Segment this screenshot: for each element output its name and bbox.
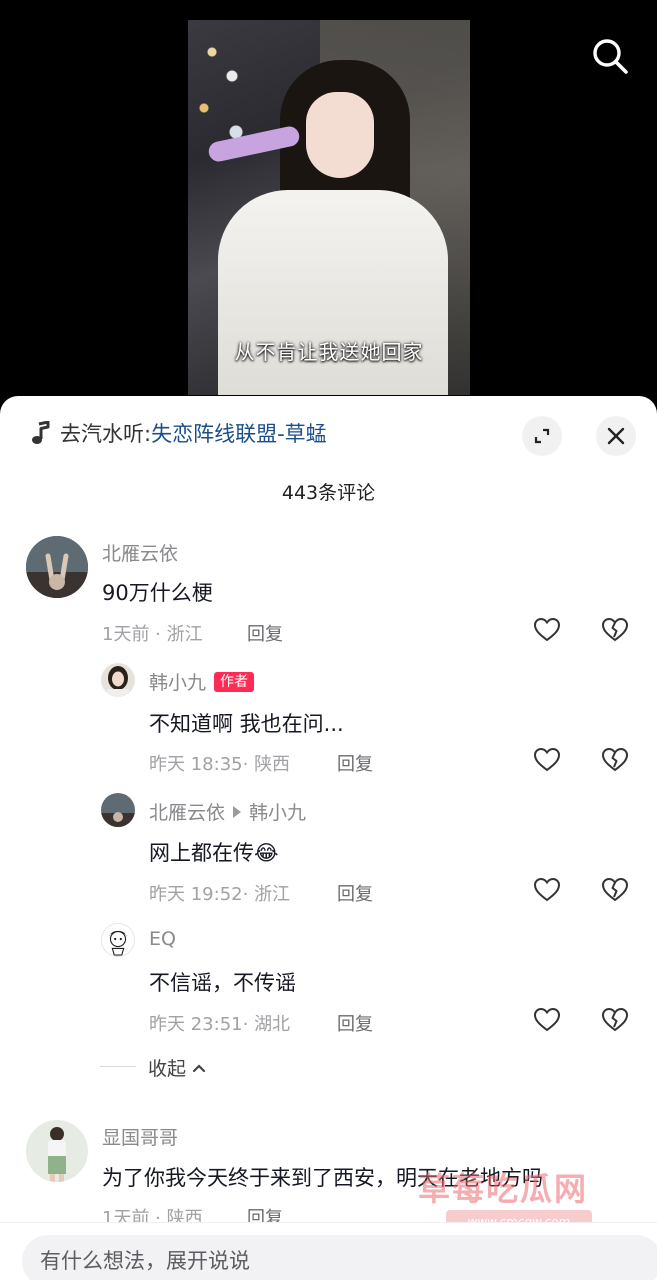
avatar[interactable] <box>26 536 88 598</box>
search-icon <box>593 39 628 74</box>
avatar[interactable] <box>101 663 135 697</box>
expand-button[interactable] <box>522 416 562 456</box>
avatar[interactable] <box>26 1120 88 1182</box>
comment-location: 湖北 <box>254 1014 291 1035</box>
comment-username[interactable]: 北雁云依 <box>102 539 178 566</box>
expand-icon <box>534 428 550 444</box>
watermark-text: 草莓吃瓜网 <box>418 1170 589 1208</box>
video-subtitle: 从不肯让我送她回家 <box>234 340 424 364</box>
heart-icon[interactable] <box>533 1006 561 1034</box>
avatar-image <box>101 663 135 697</box>
comment-time: 昨天 18:35 <box>149 754 243 775</box>
music-title[interactable]: 失恋阵线联盟-草蜢 <box>151 418 327 448</box>
collapse-replies-button[interactable]: 收起 <box>148 1054 208 1081</box>
broken-heart-icon[interactable] <box>601 746 629 774</box>
comment-text: 不信谣，不传谣 <box>149 971 296 995</box>
comment-meta: 昨天 23:51· 湖北 <box>149 1014 291 1035</box>
reply-button[interactable]: 回复 <box>337 880 373 906</box>
comment-meta: 昨天 19:52· 浙江 <box>149 884 291 905</box>
avatar-image <box>101 793 135 827</box>
avatar-image <box>102 924 134 956</box>
reply-to-username[interactable]: 韩小九 <box>249 798 306 825</box>
music-prefix: 去汽水听: <box>60 422 152 446</box>
comment-time: 昨天 19:52 <box>149 884 243 905</box>
comment-count: 443条评论 <box>281 482 376 504</box>
comment-location: 陕西 <box>254 754 291 775</box>
avatar-image <box>26 1120 88 1182</box>
heart-icon[interactable] <box>533 746 561 774</box>
close-button[interactable] <box>596 416 636 456</box>
comment-text-row: 网上都在传😂 <box>149 837 279 867</box>
reply-button[interactable]: 回复 <box>337 750 373 776</box>
video-frame[interactable]: 从不肯让我送她回家 <box>188 20 470 395</box>
laughing-crying-emoji: 😂 <box>254 841 279 865</box>
heart-icon[interactable] <box>533 616 561 644</box>
comment-sheet: 去汽水听: 失恋阵线联盟-草蜢 443条评论 北雁云依 90万什么梗 1天前 ·… <box>0 396 657 1280</box>
comment-location: 浙江 <box>166 624 203 645</box>
comment-time: 昨天 23:51 <box>149 1014 243 1035</box>
comment-input-bar: 有什么想法，展开说说 <box>0 1222 657 1280</box>
author-badge: 作者 <box>214 671 255 692</box>
collapse-label: 收起 <box>148 1058 187 1080</box>
comment-text: 网上都在传 <box>149 841 254 865</box>
chevron-up-icon <box>192 1063 206 1072</box>
music-note-icon <box>32 421 50 444</box>
comment-text: 90万什么梗 <box>102 581 213 605</box>
video-player[interactable]: 从不肯让我送她回家 <box>0 0 657 410</box>
heart-icon[interactable] <box>533 876 561 904</box>
broken-heart-icon[interactable] <box>601 876 629 904</box>
close-icon <box>607 427 625 445</box>
comment-text: 不知道啊 我也在问... <box>149 712 344 736</box>
comment-username[interactable]: EQ <box>149 928 176 950</box>
reply-button[interactable]: 回复 <box>247 620 283 646</box>
broken-heart-icon[interactable] <box>601 616 629 644</box>
comment-location: 浙江 <box>254 884 291 905</box>
reply-username-row: 北雁云依 韩小九 <box>149 798 306 825</box>
comment-username[interactable]: 显国哥哥 <box>102 1123 178 1150</box>
comment-time: 1天前 <box>102 624 150 645</box>
avatar[interactable] <box>101 793 135 827</box>
video-singer-face <box>306 92 374 178</box>
comment-username[interactable]: 韩小九 <box>149 668 206 695</box>
search-button[interactable] <box>590 36 630 76</box>
comment-meta: 昨天 18:35· 陕西 <box>149 754 291 775</box>
music-link[interactable]: 去汽水听: 失恋阵线联盟-草蜢 <box>30 418 327 448</box>
reply-username-row: 韩小九 作者 <box>149 668 255 695</box>
avatar-image <box>26 536 88 598</box>
collapse-divider <box>100 1066 136 1067</box>
comment-input[interactable]: 有什么想法，展开说说 <box>22 1235 657 1280</box>
broken-heart-icon[interactable] <box>601 1006 629 1034</box>
comment-meta: 1天前 · 浙江 <box>102 624 203 645</box>
avatar[interactable] <box>101 923 135 957</box>
comment-username[interactable]: 北雁云依 <box>149 798 225 825</box>
reply-arrow-icon <box>233 805 242 818</box>
reply-button[interactable]: 回复 <box>337 1010 373 1036</box>
